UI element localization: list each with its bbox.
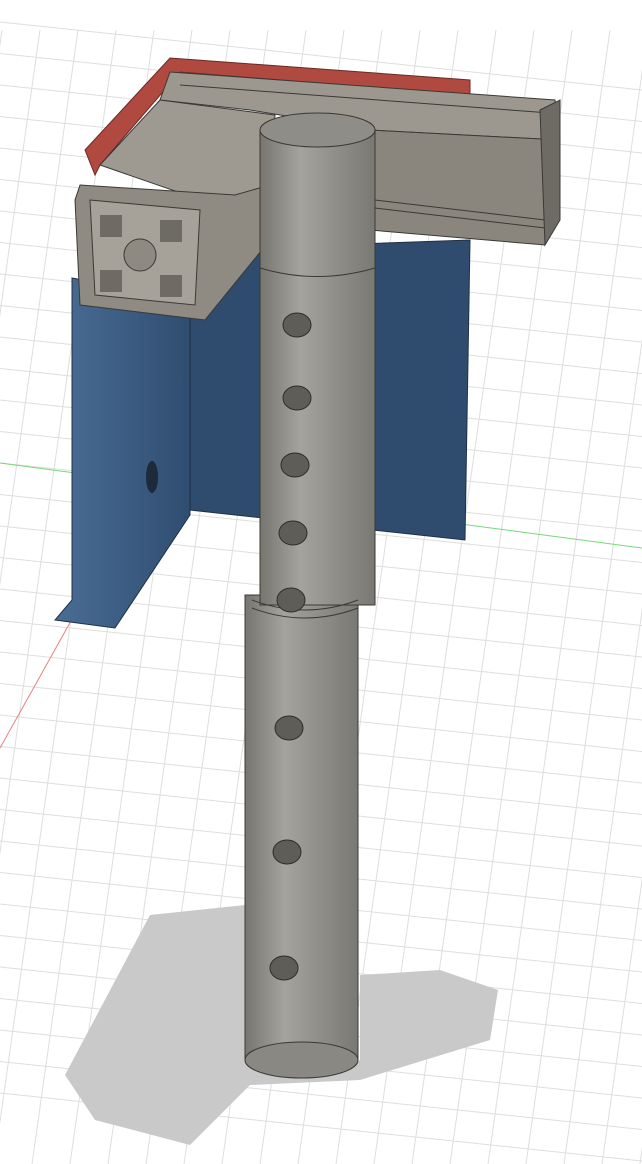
grid-line — [601, 876, 642, 1164]
tube-hole — [274, 715, 304, 741]
tube-hole — [278, 520, 308, 546]
tube-hole — [282, 312, 312, 338]
grid-line — [0, 29, 3, 48]
cad-3d-viewport[interactable] — [0, 0, 642, 1164]
tube-hole — [272, 839, 302, 865]
grid-line — [0, 29, 79, 587]
bracket-hole — [146, 461, 158, 493]
grid-line — [563, 607, 642, 1164]
tube-hole — [280, 452, 310, 478]
grid-line — [0, 29, 41, 318]
tube-hole — [269, 955, 299, 981]
tube-hole — [276, 587, 306, 613]
telescoping-tube — [244, 112, 376, 1079]
tube-hole — [282, 385, 312, 411]
model-canvas[interactable] — [0, 0, 642, 1164]
